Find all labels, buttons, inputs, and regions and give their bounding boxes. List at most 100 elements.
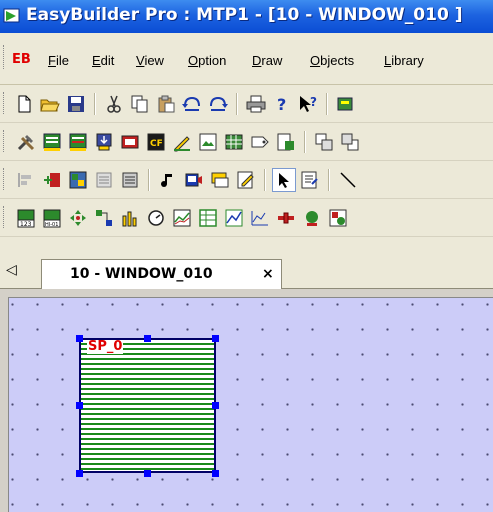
video-icon xyxy=(185,173,202,187)
message-button[interactable] xyxy=(208,168,232,192)
address-tag-button[interactable] xyxy=(248,130,272,154)
history-table-button[interactable] xyxy=(196,206,220,230)
hammer-wrench-icon xyxy=(17,135,35,151)
object-toolbar: CF xyxy=(0,123,493,161)
help-button[interactable]: ? xyxy=(270,92,294,116)
bit-lamp-button[interactable] xyxy=(92,206,116,230)
toolbar-grip[interactable] xyxy=(3,92,7,114)
slider-button[interactable] xyxy=(274,206,298,230)
resize-handle-n[interactable] xyxy=(144,335,151,342)
layer-back-button[interactable] xyxy=(338,130,362,154)
new-file-button[interactable] xyxy=(12,92,36,116)
tools-button[interactable] xyxy=(14,130,38,154)
cf-card-icon: CF xyxy=(147,133,165,151)
add-part-button[interactable] xyxy=(40,168,64,192)
print-button[interactable] xyxy=(244,92,268,116)
tab-window-010[interactable]: 10 - WINDOW_010 × xyxy=(41,259,282,289)
resize-handle-sw[interactable] xyxy=(76,470,83,477)
menu-objects[interactable]: Objects xyxy=(310,53,354,68)
design-canvas[interactable]: SP_0 xyxy=(8,297,493,512)
alarm-icon xyxy=(306,211,318,226)
align-left-button[interactable] xyxy=(14,168,38,192)
layer-front-button[interactable] xyxy=(312,130,336,154)
pencil-ruler-icon xyxy=(174,136,190,152)
menu-option-rest: ption xyxy=(198,53,227,68)
menubar-grip[interactable] xyxy=(3,45,7,69)
scale-object-sp0[interactable] xyxy=(79,338,216,473)
menu-library[interactable]: Library xyxy=(384,53,424,68)
data-block-button[interactable] xyxy=(248,206,272,230)
direction-button[interactable] xyxy=(66,206,90,230)
library-icon xyxy=(69,171,87,189)
tab-scroll-left-icon[interactable]: ◁ xyxy=(6,262,17,278)
bar-graph-button[interactable] xyxy=(118,206,142,230)
picture-button[interactable] xyxy=(196,130,220,154)
line-tool-button[interactable] xyxy=(336,168,360,192)
resize-handle-ne[interactable] xyxy=(212,335,219,342)
font-button[interactable] xyxy=(118,130,142,154)
event-display-button[interactable] xyxy=(326,206,350,230)
ascii-input-button[interactable]: HI-01 xyxy=(40,206,64,230)
line-icon xyxy=(340,172,356,188)
menu-library-rest: ibrary xyxy=(391,53,424,68)
undo-button[interactable] xyxy=(180,92,204,116)
paste-button[interactable] xyxy=(154,92,178,116)
sound-button[interactable] xyxy=(156,168,180,192)
menu-draw-mnemonic: D xyxy=(252,53,262,68)
compile-button[interactable] xyxy=(334,92,358,116)
resize-handle-w[interactable] xyxy=(76,402,83,409)
resize-handle-s[interactable] xyxy=(144,470,151,477)
window-red-button[interactable] xyxy=(66,130,90,154)
data-block-icon xyxy=(251,211,268,226)
object-label: SP_0 xyxy=(87,339,124,354)
cut-button[interactable] xyxy=(102,92,126,116)
trend-display-button[interactable] xyxy=(170,206,194,230)
tab-close-icon[interactable]: × xyxy=(262,266,274,282)
add-red-icon xyxy=(44,173,60,187)
document-gear-icon xyxy=(277,133,294,151)
arrow-pointer-icon xyxy=(279,173,289,188)
event-display-icon xyxy=(329,209,347,227)
pen-button[interactable] xyxy=(170,130,194,154)
system-button[interactable] xyxy=(274,130,298,154)
download-button[interactable] xyxy=(92,130,116,154)
menu-view[interactable]: View xyxy=(136,53,164,68)
meter-button[interactable] xyxy=(144,206,168,230)
toolbar-separator xyxy=(326,93,328,115)
resize-handle-se[interactable] xyxy=(212,470,219,477)
toolbar-separator xyxy=(94,93,96,115)
save-disk-icon xyxy=(68,96,84,112)
menu-option[interactable]: Option xyxy=(188,53,226,68)
list-dark-button[interactable] xyxy=(118,168,142,192)
edit-note-button[interactable] xyxy=(234,168,258,192)
open-file-button[interactable] xyxy=(38,92,62,116)
tag-icon xyxy=(251,136,269,148)
menu-draw[interactable]: Draw xyxy=(252,53,282,68)
toolbar-grip[interactable] xyxy=(3,168,7,190)
history-table-icon xyxy=(199,209,217,227)
resize-handle-nw[interactable] xyxy=(76,335,83,342)
menu-edit[interactable]: Edit xyxy=(92,53,114,68)
video-button[interactable] xyxy=(182,168,206,192)
save-button[interactable] xyxy=(64,92,88,116)
numeric-input-button[interactable]: 123 xyxy=(14,206,38,230)
redo-button[interactable] xyxy=(206,92,230,116)
select-tool-button[interactable] xyxy=(272,168,296,192)
properties-button[interactable] xyxy=(298,168,322,192)
xy-plot-button[interactable] xyxy=(222,206,246,230)
menu-file[interactable]: File xyxy=(48,53,69,68)
copy-button[interactable] xyxy=(128,92,152,116)
window-setting-button[interactable] xyxy=(40,130,64,154)
context-help-button[interactable]: ? xyxy=(296,92,320,116)
ascii-input-icon: HI-01 xyxy=(43,209,61,228)
list-button[interactable] xyxy=(92,168,116,192)
menu-edit-mnemonic: E xyxy=(92,53,101,68)
toolbar-grip[interactable] xyxy=(3,206,7,228)
alarm-button[interactable] xyxy=(300,206,324,230)
table-button[interactable] xyxy=(222,130,246,154)
cf-card-button[interactable]: CF xyxy=(144,130,168,154)
library-button[interactable] xyxy=(66,168,90,192)
toolbar-grip[interactable] xyxy=(3,130,7,152)
resize-handle-e[interactable] xyxy=(212,402,219,409)
edit-note-icon xyxy=(237,171,254,189)
